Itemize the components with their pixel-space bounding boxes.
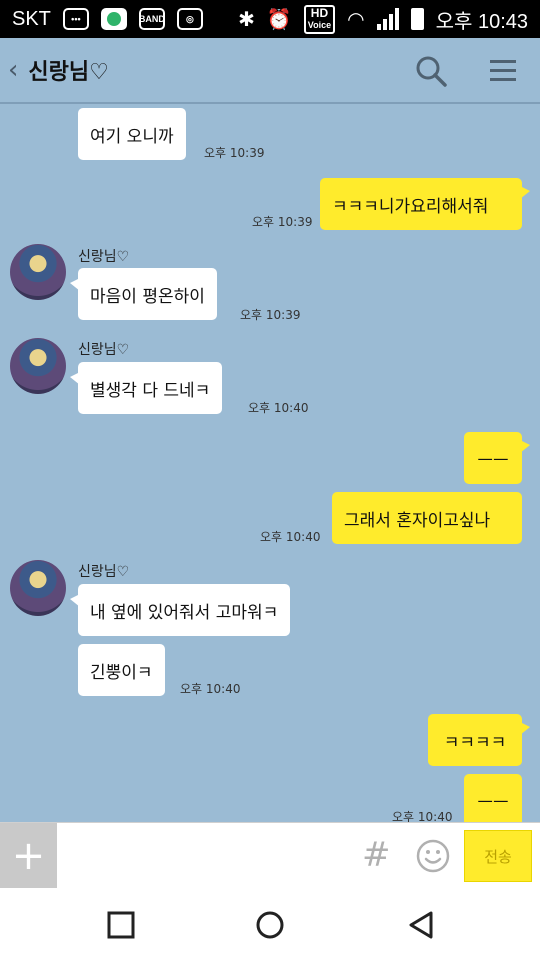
talk-app-icon [100,8,127,30]
signal-icon [376,8,399,30]
message-bubble[interactable]: ㅡㅡ [464,432,530,484]
message-time: 오후 10:39 [240,308,301,322]
message-bubble[interactable]: ㅋㅋㅋㅋ [428,714,530,766]
emoji-icon[interactable] [416,839,450,873]
carrier-label: SKT [12,7,51,30]
instagram-icon: ◎ [176,8,203,30]
chat-area[interactable]: 여기 오니까 오후 10:39 ㅋㅋㅋ니가요리해서줘 오후 10:39 신랑님♡… [0,106,540,822]
sender-name: 신랑님♡ [78,342,130,358]
sender-name: 신랑님♡ [78,249,130,265]
attach-button[interactable]: + [0,823,57,889]
hd-voice-icon: HD Voice [303,4,336,34]
avatar[interactable] [10,244,66,300]
message-bubble[interactable]: 여기 오니까 [78,108,186,160]
search-icon[interactable] [414,54,448,88]
avatar[interactable] [10,560,66,616]
nav-recents-icon[interactable] [106,910,136,940]
message-time: 오후 10:39 [252,215,313,229]
avatar[interactable] [10,338,66,394]
clock: 오후 10:43 [435,10,528,33]
menu-icon[interactable] [488,56,518,86]
wifi-icon: ◠ [347,8,365,31]
message-bubble[interactable]: 그래서 혼자이고싶나 [332,492,522,544]
bluetooth-icon: ✱ [238,8,255,31]
chat-title: 신랑님♡ [28,60,109,85]
battery-icon [410,8,424,30]
nav-back-icon[interactable] [406,910,436,940]
hashtag-button[interactable]: # [362,835,391,875]
message-time: 오후 10:40 [180,682,241,696]
message-bubble[interactable]: ㅋㅋㅋ니가요리해서줘 [320,178,530,230]
nav-home-icon[interactable] [255,910,285,940]
back-arrow-icon[interactable]: ‹ [8,55,18,85]
chat-header: ‹ 신랑님♡ [0,38,540,104]
message-bubble[interactable]: 별생각 다 드네ㅋ [69,362,223,414]
send-button[interactable]: 전송 [464,830,532,882]
message-time: 오후 10:40 [248,401,309,415]
alarm-icon: ⏰ [266,8,292,31]
message-bubble[interactable]: ㅡㅡ [464,774,522,822]
message-time: 오후 10:40 [392,810,453,822]
message-time: 오후 10:39 [204,146,265,160]
band-icon: BAND [138,8,165,30]
sender-name: 신랑님♡ [78,564,130,580]
message-bubble[interactable]: 내 옆에 있어줘서 고마워ㅋ [69,584,291,636]
message-input-bar: + # 전송 [0,822,540,889]
message-bubble[interactable]: 긴뿡이ㅋ [78,644,165,696]
navigation-bar [0,888,540,960]
status-bar: SKT ••• BAND ◎ ✱ ⏰ HD Voice ◠ 오후 10:43 [0,0,540,38]
messenger-icon: ••• [62,8,89,30]
message-time: 오후 10:40 [260,530,321,544]
message-bubble[interactable]: 마음이 평온하이 [70,268,217,320]
